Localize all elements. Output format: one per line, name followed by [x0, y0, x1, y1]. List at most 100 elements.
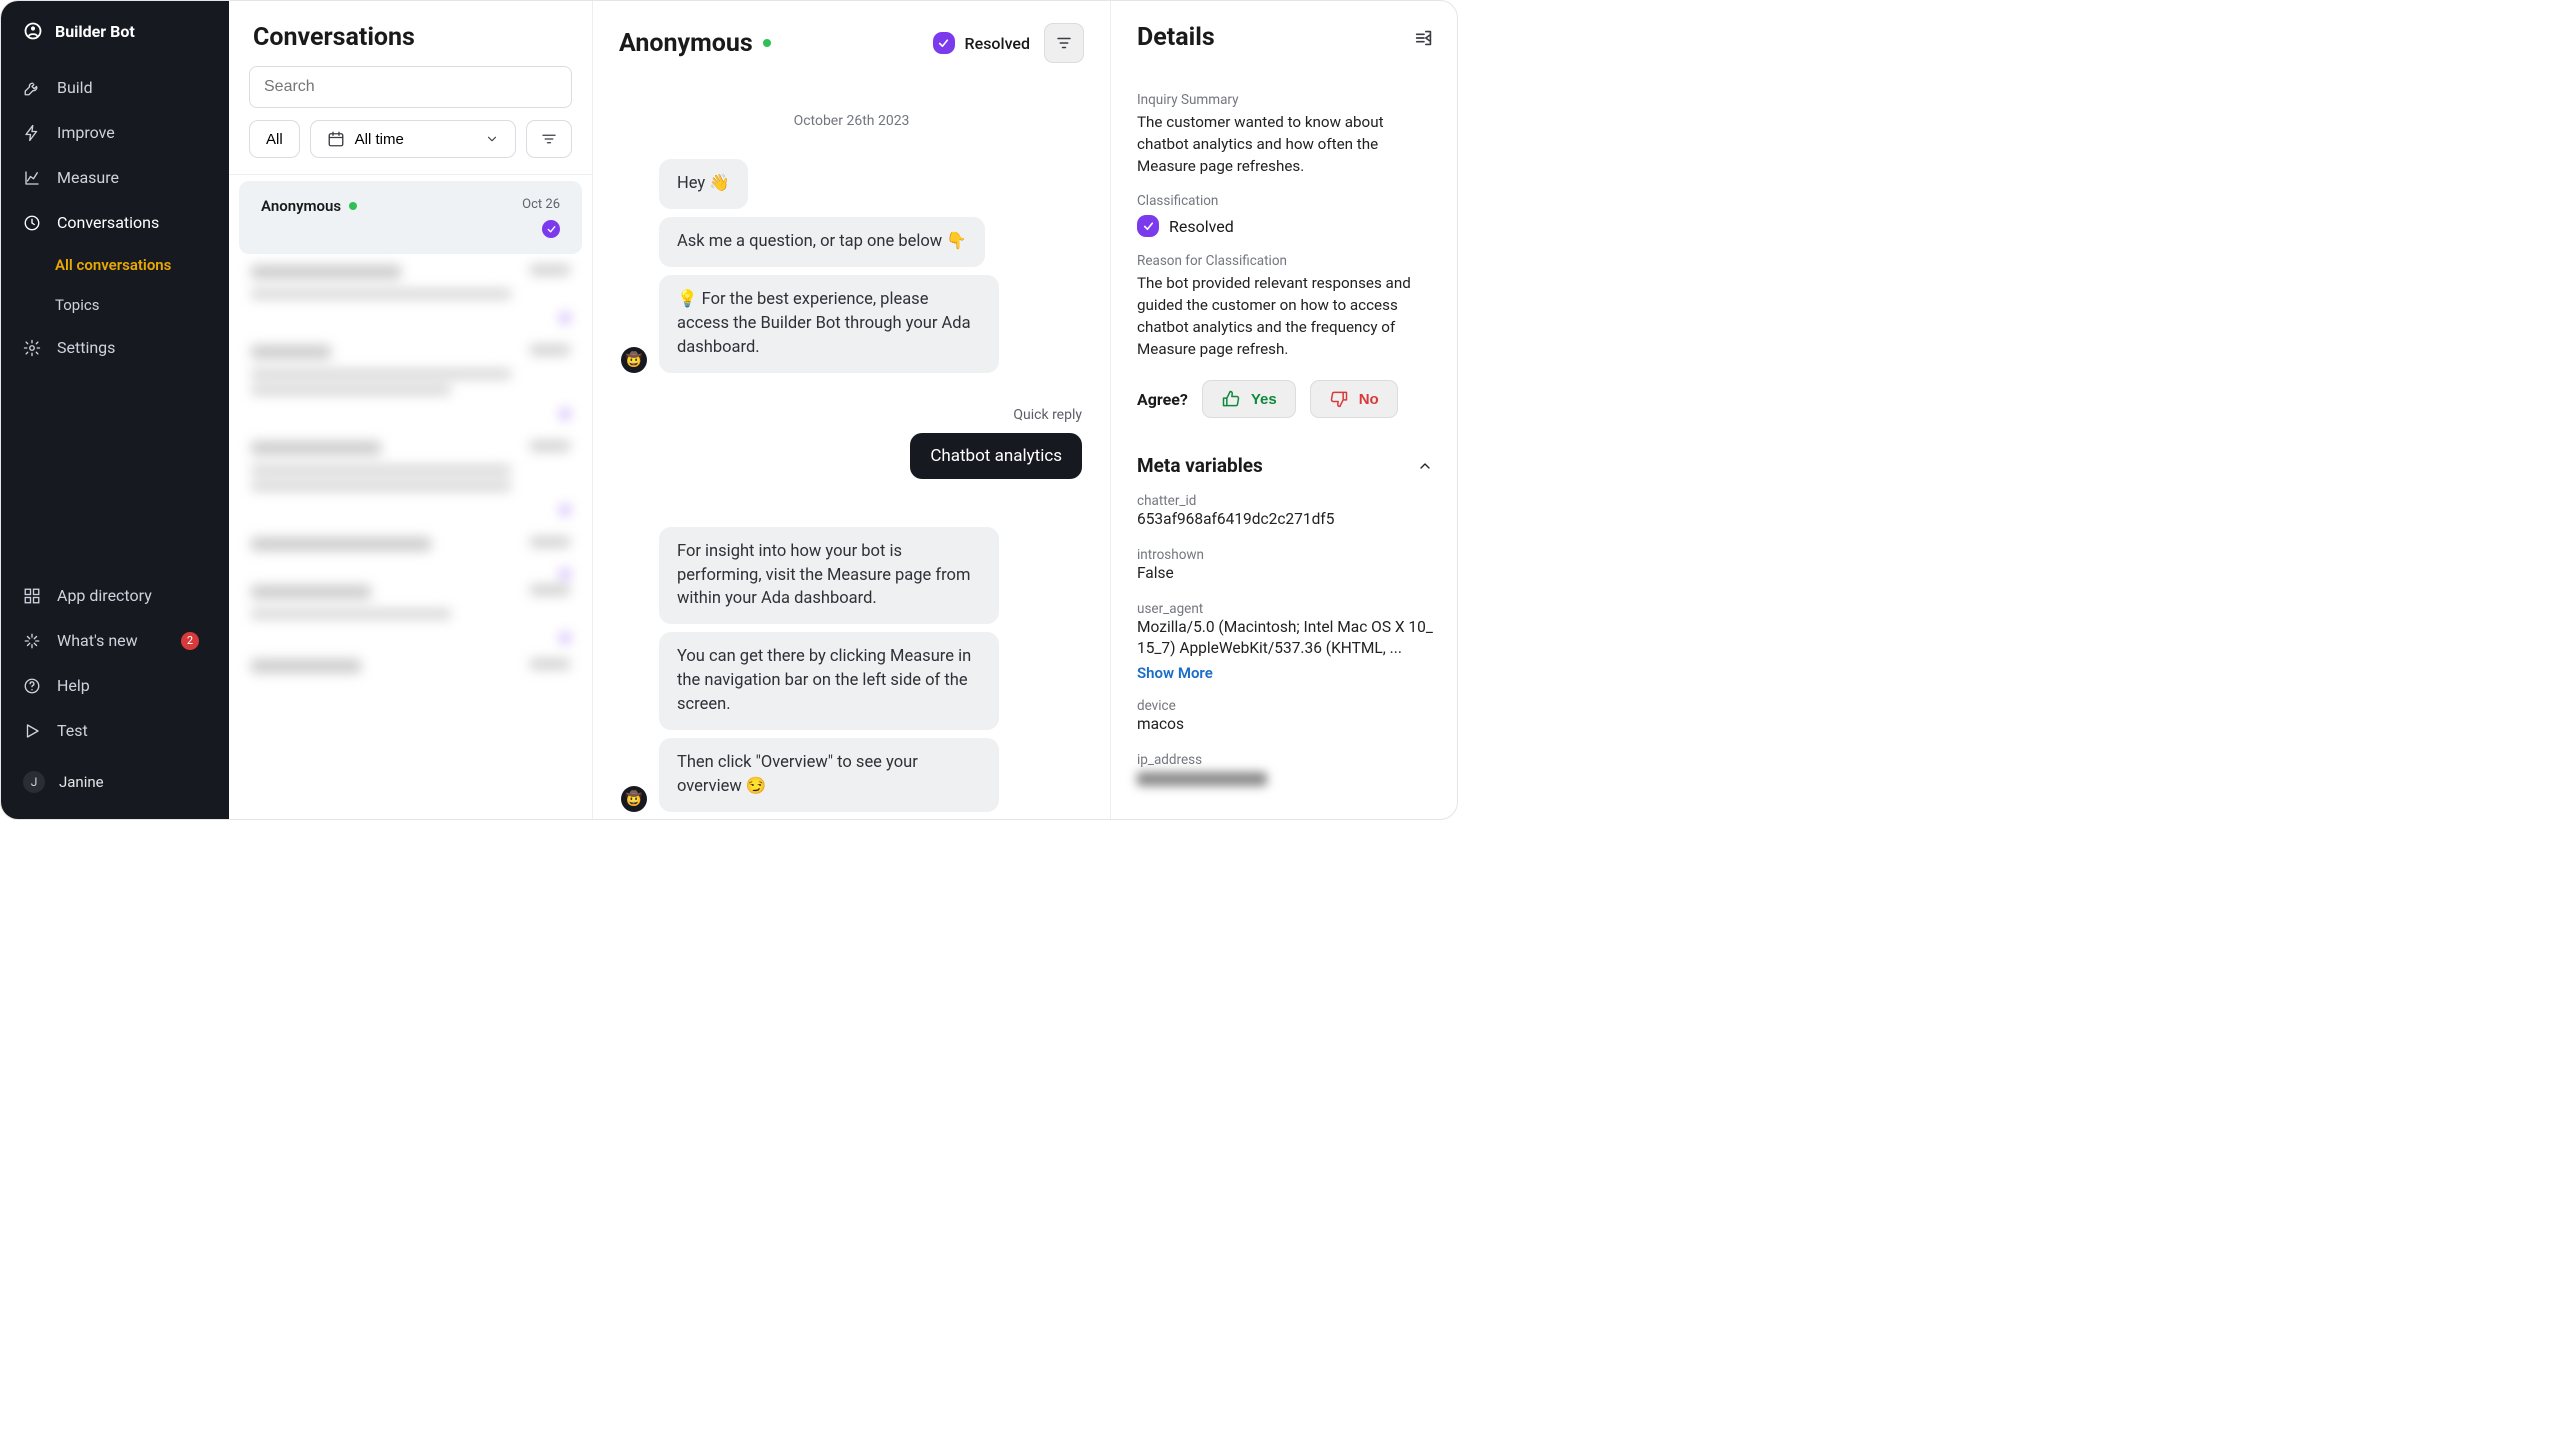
- app-header: Builder Bot: [1, 1, 229, 61]
- thumbs-up-icon: [1221, 389, 1241, 409]
- nav-settings[interactable]: Settings: [1, 325, 229, 370]
- show-more-button[interactable]: Show More: [1137, 664, 1437, 682]
- details-title: Details: [1137, 23, 1215, 52]
- sidebar: Builder Bot Build Improve Measure Conver…: [1, 1, 229, 819]
- nav-label: Measure: [57, 168, 119, 187]
- inquiry-summary-label: Inquiry Summary: [1137, 92, 1437, 108]
- classification-value: Resolved: [1137, 215, 1437, 237]
- bot-message-group: For insight into how your bot is perform…: [621, 527, 1082, 625]
- reason-label: Reason for Classification: [1137, 253, 1437, 269]
- nav-label: Settings: [57, 338, 115, 357]
- chart-icon: [23, 169, 41, 187]
- nav-topics[interactable]: Topics: [55, 285, 229, 325]
- nav-build[interactable]: Build: [1, 65, 229, 110]
- thumbs-down-icon: [1329, 389, 1349, 409]
- conv-item-name: Anonymous: [261, 197, 357, 215]
- conv-item-name-text: Anonymous: [261, 197, 341, 215]
- expand-panel-icon[interactable]: [1413, 27, 1435, 49]
- conv-list-title: Conversations: [229, 1, 592, 66]
- resolved-label: Resolved: [965, 34, 1030, 53]
- nav-improve[interactable]: Improve: [1, 110, 229, 155]
- sparkle-icon: [23, 632, 41, 650]
- agree-yes-button[interactable]: Yes: [1202, 380, 1296, 418]
- play-icon: [23, 722, 41, 740]
- user-name: Janine: [59, 773, 104, 791]
- nav-label: Test: [57, 721, 88, 740]
- bot-message-group: Hey 👋: [621, 159, 1082, 209]
- quick-reply-label: Quick reply: [621, 407, 1082, 423]
- details-panel: Details Inquiry Summary The customer wan…: [1111, 1, 1457, 819]
- user-message-row: Chatbot analytics: [621, 433, 1082, 479]
- bolt-icon: [23, 124, 41, 142]
- meta-value: False: [1137, 563, 1437, 585]
- nav-conversations-sub: All conversations Topics: [1, 245, 229, 325]
- bot-bubble: 💡 For the best experience, please access…: [659, 275, 999, 373]
- calendar-icon: [327, 130, 345, 148]
- inquiry-summary-text: The customer wanted to know about chatbo…: [1137, 111, 1437, 177]
- meta-title: Meta variables: [1137, 454, 1263, 477]
- nav-label: Improve: [57, 123, 115, 142]
- nav-conversations[interactable]: Conversations: [1, 200, 229, 245]
- chat-filter-button[interactable]: [1044, 23, 1084, 63]
- meta-key: ip_address: [1137, 752, 1437, 768]
- nav-label: What's new: [57, 631, 138, 650]
- classification-text: Resolved: [1169, 217, 1234, 236]
- chat-title: Anonymous: [619, 29, 771, 58]
- conv-item-date: Oct 26: [522, 197, 560, 212]
- meta-variables-header[interactable]: Meta variables: [1137, 454, 1437, 477]
- bot-bubble: You can get there by clicking Measure in…: [659, 632, 999, 730]
- bot-message-group: Ask me a question, or tap one below 👇: [621, 217, 1082, 267]
- bot-bubble: Hey 👋: [659, 159, 748, 209]
- resolved-check-icon: [933, 32, 955, 54]
- app-logo-icon: [23, 21, 43, 41]
- help-icon: [23, 677, 41, 695]
- nav-all-conversations[interactable]: All conversations: [55, 245, 229, 285]
- yes-label: Yes: [1251, 391, 1277, 408]
- nav-app-directory[interactable]: App directory: [1, 573, 229, 618]
- no-label: No: [1359, 391, 1379, 408]
- wrench-icon: [23, 79, 41, 97]
- bot-avatar-icon: 🤠: [621, 786, 647, 812]
- filter-all-button[interactable]: All: [249, 120, 300, 158]
- nav-test[interactable]: Test: [1, 708, 229, 753]
- filter-time-button[interactable]: All time: [310, 120, 516, 158]
- date-separator: October 26th 2023: [621, 113, 1082, 129]
- meta-key: chatter_id: [1137, 493, 1437, 509]
- user-row[interactable]: J Janine: [1, 753, 229, 811]
- chat-panel: Anonymous Resolved October 26th 2023: [593, 1, 1111, 819]
- list-settings-button[interactable]: [526, 120, 572, 158]
- nav-label: Build: [57, 78, 93, 97]
- meta-key: introshown: [1137, 547, 1437, 563]
- resolved-check-icon: [1137, 215, 1159, 237]
- nav-label: Conversations: [57, 213, 159, 232]
- bot-avatar-icon: 🤠: [621, 347, 647, 373]
- resolved-check-icon: [542, 220, 560, 238]
- gear-icon: [23, 339, 41, 357]
- app-name: Builder Bot: [55, 22, 135, 41]
- meta-value: 653af968af6419dc2c271df5: [1137, 509, 1437, 531]
- agree-no-button[interactable]: No: [1310, 380, 1398, 418]
- meta-key: device: [1137, 698, 1437, 714]
- filter-icon: [1055, 34, 1073, 52]
- conversation-item-selected[interactable]: Anonymous Oct 26: [239, 181, 582, 254]
- blurred-conversations: [229, 265, 592, 819]
- nav-help[interactable]: Help: [1, 663, 229, 708]
- time-label: All time: [355, 131, 404, 148]
- filter-lines-icon: [540, 130, 558, 148]
- user-avatar: J: [23, 771, 45, 793]
- resolved-chip: Resolved: [933, 32, 1030, 54]
- bot-message-group: 🤠 💡 For the best experience, please acce…: [621, 275, 1082, 373]
- agree-label: Agree?: [1137, 390, 1188, 409]
- bot-bubble: Ask me a question, or tap one below 👇: [659, 217, 985, 267]
- bot-bubble: For insight into how your bot is perform…: [659, 527, 999, 625]
- nav-label: Help: [57, 676, 90, 695]
- nav-measure[interactable]: Measure: [1, 155, 229, 200]
- nav-whats-new[interactable]: What's new 2: [1, 618, 229, 663]
- grid-icon: [23, 587, 41, 605]
- reason-text: The bot provided relevant responses and …: [1137, 272, 1437, 360]
- chat-icon: [23, 214, 41, 232]
- whats-new-badge: 2: [181, 632, 199, 650]
- chevron-up-icon: [1417, 458, 1433, 474]
- search-input[interactable]: [249, 66, 572, 108]
- classification-label: Classification: [1137, 193, 1437, 209]
